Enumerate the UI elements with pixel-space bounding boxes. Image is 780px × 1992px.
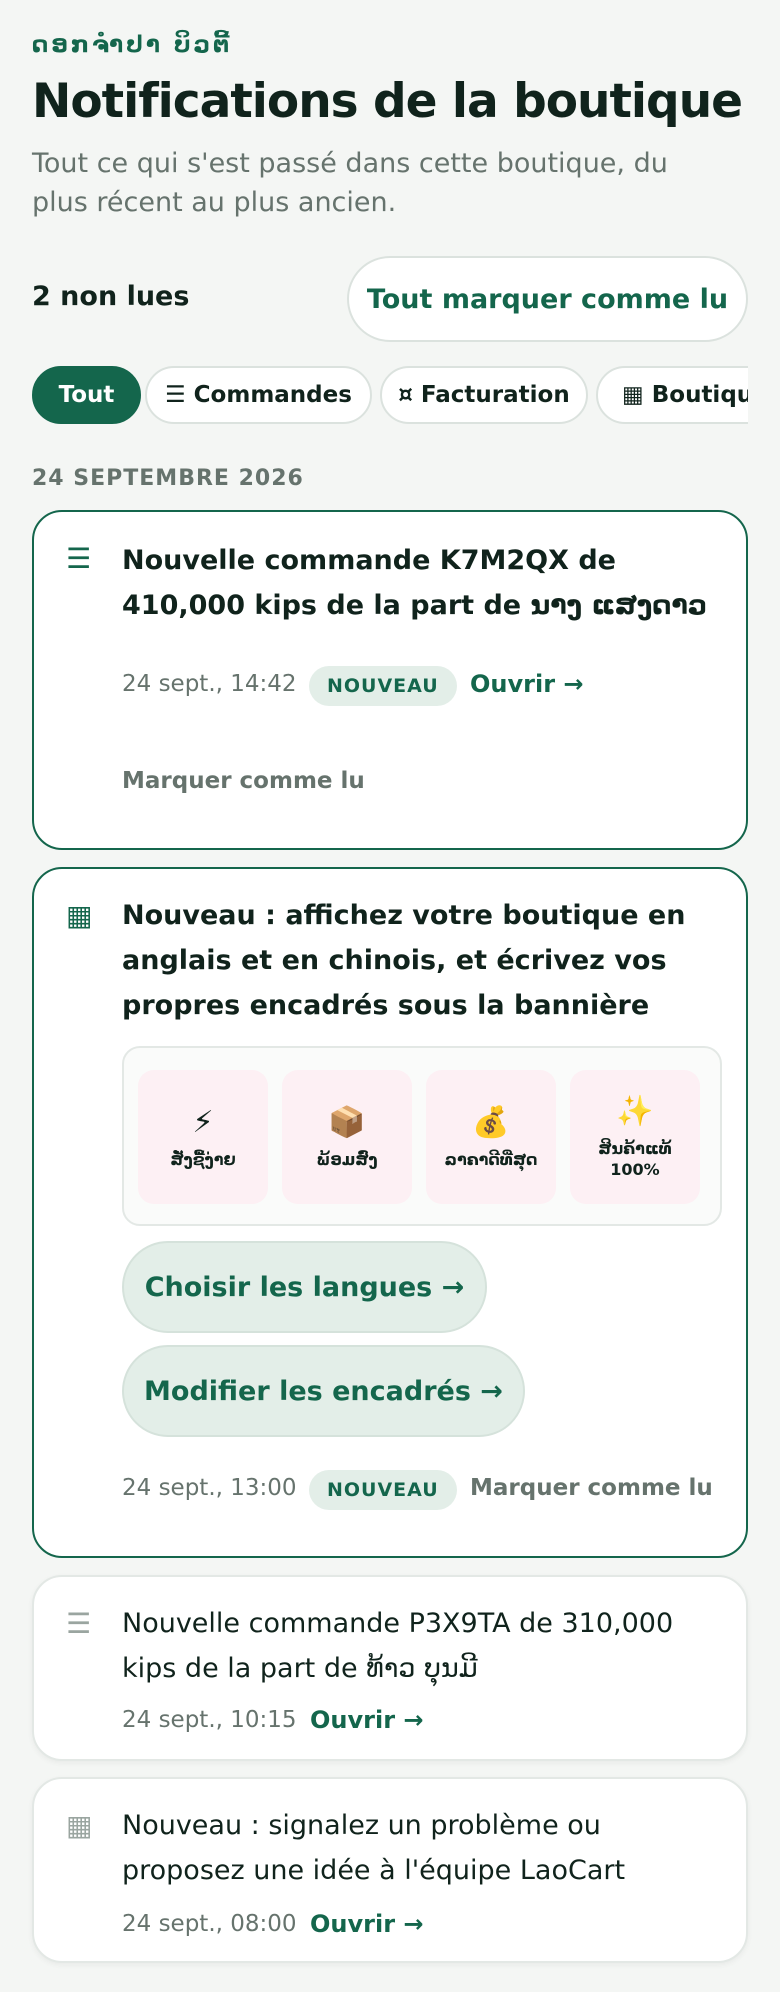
open-link[interactable]: Ouvrir → xyxy=(310,1910,424,1938)
filter-chip-all[interactable]: Tout xyxy=(32,366,141,424)
new-badge: NOUVEAU xyxy=(309,666,457,706)
money-bag-icon: 💰 xyxy=(472,1104,510,1140)
new-badge: NOUVEAU xyxy=(309,1470,457,1510)
notification-title: Nouveau : affichez votre boutique en ang… xyxy=(122,900,686,1021)
open-link[interactable]: Ouvrir → xyxy=(470,670,584,698)
notification-time: 24 sept., 08:00 xyxy=(122,1911,297,1937)
package-icon: 📦 xyxy=(328,1104,366,1140)
open-link[interactable]: Ouvrir → xyxy=(310,1706,424,1734)
unread-count: 2 non lues xyxy=(32,281,190,312)
feature-label: ພ້ອມສົ່ງ xyxy=(316,1149,378,1169)
filter-chip-label: Commandes xyxy=(193,382,352,408)
filter-chip-label: Boutique xyxy=(651,382,748,408)
filter-chips: Tout ☰ Commandes ¤ Facturation ▦ Boutiqu… xyxy=(32,366,748,424)
mark-read-link[interactable]: Marquer comme lu xyxy=(122,768,365,794)
banner-preview: ⚡ ສັ່ງຊື້ງ່າຍ 📦 ພ້ອມສົ່ງ 💰 ລາຄາດີທີ່ສຸດ … xyxy=(122,1046,722,1226)
date-heading: 24 SEPTEMBRE 2026 xyxy=(32,466,304,491)
feature-tile: 💰 ລາຄາດີທີ່ສຸດ xyxy=(426,1070,556,1204)
notification-card[interactable]: ☰ Nouvelle commande K7M2QX de 410,000 ki… xyxy=(32,510,748,850)
page-subtitle: Tout ce qui s'est passé dans cette bouti… xyxy=(32,148,668,218)
feature-tile: 📦 ພ້ອມສົ່ງ xyxy=(282,1070,412,1204)
filter-chip-orders[interactable]: ☰ Commandes xyxy=(145,366,372,424)
filter-chip-billing[interactable]: ¤ Facturation xyxy=(380,366,588,424)
notification-title: Nouvelle commande K7M2QX de 410,000 kips… xyxy=(122,545,708,621)
notification-title: Nouvelle commande P3X9TA de 310,000 kips… xyxy=(122,1608,674,1684)
page-title: Notifications de la boutique xyxy=(32,74,743,129)
notification-time: 24 sept., 13:00 xyxy=(122,1475,297,1501)
choose-languages-button[interactable]: Choisir les langues → xyxy=(122,1241,487,1333)
feature-label: ສິນຄ້າແທ້ 100% xyxy=(598,1139,672,1179)
notification-time: 24 sept., 14:42 xyxy=(122,671,297,697)
list-icon: ☰ xyxy=(66,1607,92,1640)
list-icon: ☰ xyxy=(165,382,186,408)
grid-icon: ▦ xyxy=(622,382,644,408)
notification-card[interactable]: ▦ Nouveau : signalez un problème ou prop… xyxy=(32,1777,748,1963)
filter-chip-label: Tout xyxy=(58,382,115,408)
feature-label: ສັ່ງຊື້ງ່າຍ xyxy=(170,1149,236,1169)
grid-icon: ▦ xyxy=(66,1809,93,1842)
feature-label: ລາຄາດີທີ່ສຸດ xyxy=(444,1149,538,1169)
feature-tile: ✨ ສິນຄ້າແທ້ 100% xyxy=(570,1070,700,1204)
shop-name: ດອກຈຳປາ ບິວຕີ້ xyxy=(32,32,233,58)
currency-icon: ¤ xyxy=(398,382,413,408)
notification-time: 24 sept., 10:15 xyxy=(122,1707,297,1733)
notification-card[interactable]: ▦ Nouveau : affichez votre boutique en a… xyxy=(32,867,748,1558)
mark-all-read-button[interactable]: Tout marquer comme lu xyxy=(347,256,748,342)
lightning-icon: ⚡ xyxy=(192,1104,214,1140)
notification-title: Nouveau : signalez un problème ou propos… xyxy=(122,1810,626,1886)
list-icon: ☰ xyxy=(66,542,92,575)
feature-tile: ⚡ ສັ່ງຊື້ງ່າຍ xyxy=(138,1070,268,1204)
notification-card[interactable]: ☰ Nouvelle commande P3X9TA de 310,000 ki… xyxy=(32,1575,748,1761)
filter-chip-label: Facturation xyxy=(420,382,570,408)
filter-chip-shop[interactable]: ▦ Boutique xyxy=(596,366,748,424)
grid-icon: ▦ xyxy=(66,899,93,932)
mark-read-link[interactable]: Marquer comme lu xyxy=(470,1475,713,1501)
edit-boxes-button[interactable]: Modifier les encadrés → xyxy=(122,1345,525,1437)
sparkles-icon: ✨ xyxy=(616,1094,654,1129)
